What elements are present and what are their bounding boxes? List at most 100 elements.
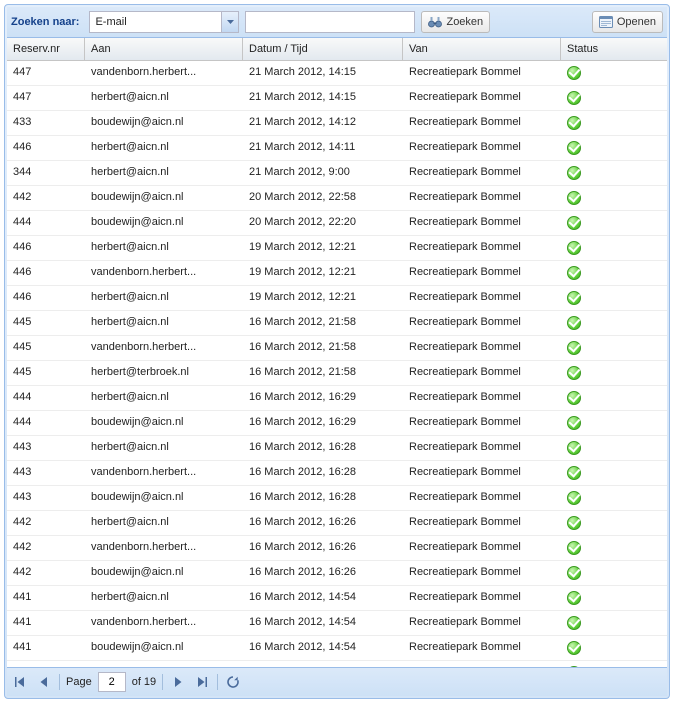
last-page-button[interactable] <box>193 673 211 691</box>
cell-status <box>561 486 641 510</box>
table-row[interactable]: 442boudewijn@aicn.nl20 March 2012, 22:58… <box>7 186 667 211</box>
cell-reserv: 443 <box>7 486 85 510</box>
table-row[interactable]: 445herbert@aicn.nl16 March 2012, 21:58Re… <box>7 311 667 336</box>
table-row[interactable]: 444boudewijn@aicn.nl20 March 2012, 22:20… <box>7 211 667 236</box>
cell-aan: herbert@aicn.nl <box>85 511 243 535</box>
table-row[interactable]: 344herbert@aicn.nl21 March 2012, 9:00Rec… <box>7 161 667 186</box>
cell-reserv: 444 <box>7 211 85 235</box>
cell-status <box>561 111 641 135</box>
table-row[interactable]: 445herbert@terbroek.nl16 March 2012, 21:… <box>7 361 667 386</box>
table-row[interactable]: 441boudewijn@aicn.nl16 March 2012, 14:54… <box>7 636 667 661</box>
cell-aan: herbert@aicn.nl <box>85 286 243 310</box>
grid-body[interactable]: 447vandenborn.herbert...21 March 2012, 1… <box>7 61 667 667</box>
status-ok-icon <box>567 266 581 280</box>
table-row[interactable]: 433boudewijn@aicn.nl21 March 2012, 14:12… <box>7 111 667 136</box>
cell-reserv: 433 <box>7 111 85 135</box>
cell-datum: 21 March 2012, 9:00 <box>243 161 403 185</box>
cell-status <box>561 636 641 660</box>
cell-van: Recreatiepark Bommel <box>403 486 561 510</box>
table-row[interactable]: 443boudewijn@aicn.nl16 March 2012, 16:28… <box>7 486 667 511</box>
col-header-status[interactable]: Status <box>561 38 641 60</box>
table-row[interactable]: 443herbert@aicn.nl16 March 2012, 16:28Re… <box>7 436 667 461</box>
col-header-van[interactable]: Van <box>403 38 561 60</box>
col-header-reserv[interactable]: Reserv.nr <box>7 38 85 60</box>
table-row[interactable]: 446vandenborn.herbert...19 March 2012, 1… <box>7 261 667 286</box>
status-ok-icon <box>567 316 581 330</box>
chevron-down-icon[interactable] <box>221 12 238 32</box>
search-button[interactable]: Zoeken <box>421 11 490 33</box>
table-row[interactable]: 444herbert@aicn.nl16 March 2012, 16:29Re… <box>7 386 667 411</box>
cell-aan: herbert@aicn.nl <box>85 311 243 335</box>
cell-aan: boudewijn@aicn.nl <box>85 211 243 235</box>
status-ok-icon <box>567 441 581 455</box>
status-ok-icon <box>567 566 581 580</box>
cell-van: Recreatiepark Bommel <box>403 586 561 610</box>
table-row[interactable]: 442herbert@aicn.nl16 March 2012, 16:26Re… <box>7 511 667 536</box>
cell-van: Recreatiepark Bommel <box>403 61 561 85</box>
cell-datum: 21 March 2012, 14:15 <box>243 86 403 110</box>
open-button[interactable]: Openen <box>592 11 663 33</box>
cell-status <box>561 286 641 310</box>
cell-datum: 16 March 2012, 14:54 <box>243 611 403 635</box>
cell-status <box>561 386 641 410</box>
cell-status <box>561 561 641 585</box>
cell-reserv: 445 <box>7 336 85 360</box>
cell-aan: boudewijn@aicn.nl <box>85 411 243 435</box>
cell-van: Recreatiepark Bommel <box>403 561 561 585</box>
grid-panel: Zoeken naar: E-mail Zoeken <box>4 4 670 699</box>
status-ok-icon <box>567 591 581 605</box>
table-row[interactable]: 447herbert@aicn.nl21 March 2012, 14:15Re… <box>7 86 667 111</box>
cell-aan: herbert@aicn.nl <box>85 86 243 110</box>
cell-aan: vandenborn.herbert... <box>85 536 243 560</box>
cell-aan: herbert@aicn.nl <box>85 386 243 410</box>
cell-datum: 16 March 2012, 14:54 <box>243 636 403 660</box>
table-row[interactable]: 442boudewijn@aicn.nl16 March 2012, 16:26… <box>7 561 667 586</box>
cell-aan: boudewijn@aicn.nl <box>85 636 243 660</box>
prev-page-button[interactable] <box>35 673 53 691</box>
cell-datum: 16 March 2012, 16:26 <box>243 561 403 585</box>
cell-van: Recreatiepark Bommel <box>403 361 561 385</box>
refresh-button[interactable] <box>224 673 242 691</box>
table-row[interactable]: 444boudewijn@aicn.nl16 March 2012, 16:29… <box>7 411 667 436</box>
search-text-input[interactable] <box>245 11 415 33</box>
table-row[interactable]: 447vandenborn.herbert...21 March 2012, 1… <box>7 61 667 86</box>
col-header-aan[interactable]: Aan <box>85 38 243 60</box>
cell-status <box>561 261 641 285</box>
table-row[interactable]: 445vandenborn.herbert...16 March 2012, 2… <box>7 336 667 361</box>
search-field-combo[interactable]: E-mail <box>89 11 239 33</box>
cell-van: Recreatiepark Bommel <box>403 86 561 110</box>
table-row[interactable]: 443vandenborn.herbert...16 March 2012, 1… <box>7 461 667 486</box>
cell-status <box>561 336 641 360</box>
cell-reserv: 441 <box>7 611 85 635</box>
cell-van: Recreatiepark Bommel <box>403 236 561 260</box>
table-row[interactable]: 446herbert@aicn.nl19 March 2012, 12:21Re… <box>7 236 667 261</box>
table-row[interactable]: 441herbert@aicn.nl16 March 2012, 14:54Re… <box>7 586 667 611</box>
status-ok-icon <box>567 91 581 105</box>
page-number-input[interactable] <box>98 672 126 692</box>
cell-aan: herbert@aicn.nl <box>85 136 243 160</box>
table-row[interactable]: 441vandenborn.herbert...16 March 2012, 1… <box>7 611 667 636</box>
first-page-button[interactable] <box>11 673 29 691</box>
cell-van: Recreatiepark Bommel <box>403 386 561 410</box>
cell-reserv: 445 <box>7 311 85 335</box>
cell-reserv: 442 <box>7 536 85 560</box>
table-row[interactable]: 442vandenborn.herbert...16 March 2012, 1… <box>7 536 667 561</box>
status-ok-icon <box>567 491 581 505</box>
cell-datum: 21 March 2012, 14:12 <box>243 111 403 135</box>
status-ok-icon <box>567 116 581 130</box>
col-header-datum[interactable]: Datum / Tijd <box>243 38 403 60</box>
cell-reserv: 446 <box>7 136 85 160</box>
cell-van: Recreatiepark Bommel <box>403 111 561 135</box>
table-row[interactable]: 446herbert@aicn.nl19 March 2012, 12:21Re… <box>7 286 667 311</box>
status-ok-icon <box>567 366 581 380</box>
open-button-label: Openen <box>617 16 656 28</box>
cell-reserv: 441 <box>7 586 85 610</box>
page-of-label: of 19 <box>132 676 156 688</box>
status-ok-icon <box>567 166 581 180</box>
cell-aan: herbert@aicn.nl <box>85 586 243 610</box>
page-label: Page <box>66 676 92 688</box>
cell-status <box>561 536 641 560</box>
next-page-button[interactable] <box>169 673 187 691</box>
table-row[interactable]: 446herbert@aicn.nl21 March 2012, 14:11Re… <box>7 136 667 161</box>
toolbar-separator <box>162 674 163 690</box>
